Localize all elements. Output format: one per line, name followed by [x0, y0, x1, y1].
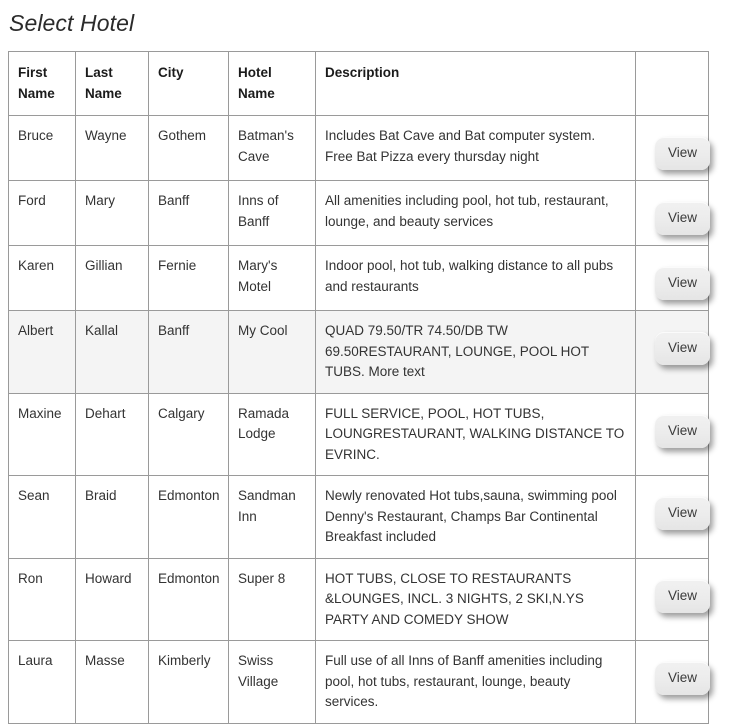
- cell-description: HOT TUBS, CLOSE TO RESTAURANTS &LOUNGES,…: [315, 557, 636, 641]
- cell-first-name: Sean: [8, 475, 76, 559]
- cell-description: Full use of all Inns of Banff amenities …: [315, 640, 636, 724]
- cell-action: View: [635, 640, 711, 724]
- cell-hotel-name: Mary's Motel: [228, 245, 316, 311]
- cell-first-name: Ford: [8, 180, 76, 246]
- cell-hotel-name: Inns of Banff: [228, 180, 316, 246]
- cell-last-name: Mary: [75, 180, 149, 246]
- table-row[interactable]: Ron Howard Edmonton Super 8 HOT TUBS, CLOSE …: [8, 557, 711, 641]
- column-header-city: City: [148, 51, 229, 116]
- cell-city: Fernie: [148, 245, 229, 311]
- cell-action: View: [635, 245, 711, 311]
- table-header-row: First Name Last Name City Hotel Name Des…: [8, 51, 709, 116]
- table-body: Bruce Wayne Gothem Batman's Cave Includes Ba…: [8, 115, 711, 724]
- cell-description: QUAD 79.50/TR 74.50/DB TW 69.50RESTAURAN…: [315, 310, 636, 394]
- cell-last-name: Masse: [75, 640, 149, 724]
- view-button[interactable]: View: [655, 332, 711, 365]
- cell-hotel-name: My Cool: [228, 310, 316, 394]
- cell-description: All amenities including pool, hot tub, r…: [315, 180, 636, 246]
- table-row[interactable]: Bruce Wayne Gothem Batman's Cave Includes Ba…: [8, 115, 711, 181]
- cell-hotel-name: Swiss Village: [228, 640, 316, 724]
- table-row[interactable]: Ford Mary Banff Inns of Banff All amenities …: [8, 180, 711, 246]
- view-button[interactable]: View: [655, 414, 711, 448]
- cell-description: Newly renovated Hot tubs,sauna, swimming…: [315, 475, 636, 559]
- table-row[interactable]: Karen Gillian Fernie Mary's Motel Indoor poo…: [8, 245, 711, 311]
- cell-first-name: Laura: [8, 640, 76, 724]
- cell-first-name: Albert: [8, 310, 76, 394]
- cell-last-name: Wayne: [75, 115, 149, 181]
- table-row[interactable]: Maxine Dehart Calgary Ramada Lodge FULL SERV…: [8, 392, 711, 476]
- cell-hotel-name: Sandman Inn: [228, 475, 316, 559]
- cell-city: Banff: [148, 180, 229, 246]
- cell-city: Kimberly: [148, 640, 229, 724]
- hotel-table: First Name Last Name City Hotel Name Des…: [8, 51, 711, 724]
- cell-city: Banff: [148, 310, 229, 394]
- cell-city: Gothem: [148, 115, 229, 181]
- view-button[interactable]: View: [655, 662, 711, 695]
- cell-action: View: [635, 557, 711, 641]
- cell-action: View: [635, 392, 711, 476]
- hotel-table-container: First Name Last Name City Hotel Name Des…: [0, 38, 730, 724]
- cell-description: FULL SERVICE, POOL, HOT TUBS, LOUNGRESTA…: [315, 392, 636, 476]
- column-header-last-name: Last Name: [75, 51, 149, 116]
- view-button[interactable]: View: [655, 267, 711, 300]
- cell-last-name: Dehart: [75, 392, 149, 476]
- view-button[interactable]: View: [655, 497, 711, 530]
- column-header-first-name: First Name: [8, 51, 76, 116]
- cell-last-name: Howard: [75, 557, 149, 641]
- column-header-hotel-name: Hotel Name: [228, 51, 316, 116]
- table-row[interactable]: Laura Masse Kimberly Swiss Village Full use …: [8, 640, 711, 724]
- table-header: First Name Last Name City Hotel Name Des…: [8, 51, 709, 116]
- cell-hotel-name: Batman's Cave: [228, 115, 316, 181]
- cell-last-name: Kallal: [75, 310, 149, 394]
- table-row[interactable]: Albert Kallal Banff My Cool QUAD 79.50/TR 74…: [8, 310, 711, 394]
- table-row[interactable]: Sean Braid Edmonton Sandman Inn Newly renova…: [8, 475, 711, 559]
- cell-city: Calgary: [148, 392, 229, 476]
- cell-hotel-name: Ramada Lodge: [228, 392, 316, 476]
- cell-action: View: [635, 475, 711, 559]
- cell-description: Indoor pool, hot tub, walking distance t…: [315, 245, 636, 311]
- cell-last-name: Gillian: [75, 245, 149, 311]
- view-button[interactable]: View: [655, 137, 711, 170]
- cell-first-name: Maxine: [8, 392, 76, 476]
- cell-description: Includes Bat Cave and Bat computer syste…: [315, 115, 636, 181]
- cell-action: View: [635, 115, 711, 181]
- cell-hotel-name: Super 8: [228, 557, 316, 641]
- cell-first-name: Ron: [8, 557, 76, 641]
- column-header-action: [635, 51, 709, 116]
- view-button[interactable]: View: [655, 579, 711, 613]
- view-button[interactable]: View: [655, 202, 711, 235]
- cell-city: Edmonton: [148, 557, 229, 641]
- cell-action: View: [635, 310, 711, 394]
- cell-city: Edmonton: [148, 475, 229, 559]
- cell-first-name: Karen: [8, 245, 76, 311]
- cell-last-name: Braid: [75, 475, 149, 559]
- page-title: Select Hotel: [9, 10, 135, 36]
- cell-first-name: Bruce: [8, 115, 76, 181]
- cell-action: View: [635, 180, 711, 246]
- column-header-description: Description: [315, 51, 636, 116]
